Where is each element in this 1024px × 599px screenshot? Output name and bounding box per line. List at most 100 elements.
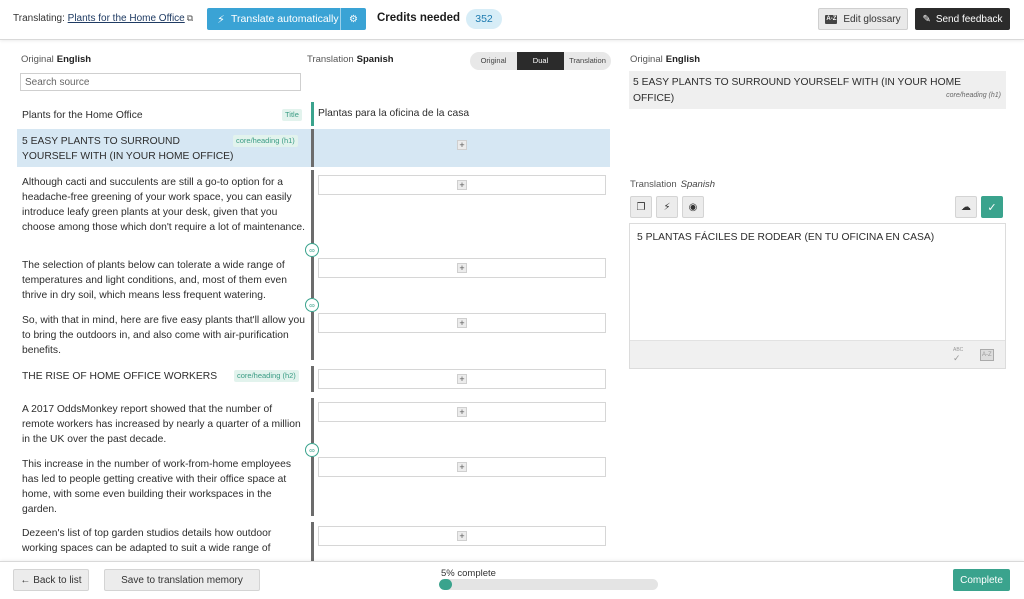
right-original-box: 5 EASY PLANTS TO SURROUND YOURSELF WITH … [629,71,1006,109]
external-link-icon[interactable]: ⧉ [187,13,193,23]
plus-icon[interactable]: + [457,140,467,150]
link-icon[interactable]: ∞ [305,243,319,257]
translation-editor-text[interactable]: 5 PLANTAS FÁCILES DE RODEAR (EN TU OFICI… [630,224,1005,251]
right-original-header: Original English [630,54,700,65]
search-input[interactable] [20,73,301,91]
top-bar: Translating: Plants for the Home Office ⧉… [0,0,1024,40]
toggle-visibility-button[interactable]: ◉ [682,196,704,218]
right-translation-lang: Spanish [680,179,715,190]
view-mode-toggle[interactable]: Original Dual Translation [470,52,611,70]
segment-source[interactable]: Although cacti and succulents are still … [22,175,307,235]
segment-divider [311,366,314,392]
segment-source[interactable]: This increase in the number of work-from… [22,457,307,517]
segment-target-add[interactable]: + [318,135,606,155]
plus-icon[interactable]: + [457,407,467,417]
cloud-upload-button[interactable]: ☁ [955,196,977,218]
eye-slash-icon: ◉ [688,201,698,213]
right-translation-label: Translation [630,179,677,190]
segment-target-add[interactable]: + [318,369,606,389]
plus-icon[interactable]: + [457,180,467,190]
segment-source[interactable]: So, with that in mind, here are five eas… [22,313,307,358]
view-mode-dual[interactable]: Dual [517,52,564,70]
segment-target-add[interactable]: + [318,526,606,546]
segment-source[interactable]: Plants for the Home Office [22,108,307,123]
az-glossary-icon[interactable]: A-Z [980,349,994,361]
segment-divider [311,312,314,360]
translating-label: Translating: [13,13,65,24]
segment-divider [311,257,314,298]
translation-editor[interactable]: 5 PLANTAS FÁCILES DE RODEAR (EN TU OFICI… [629,223,1006,369]
original-column-header: Original English [21,54,91,65]
segment-divider [311,129,314,167]
edit-glossary-label: Edit glossary [843,13,901,25]
progress-fill [439,579,453,590]
segment-target-add[interactable]: + [318,313,606,333]
translation-label: Translation [307,54,354,65]
segment-tag: core/heading (h1) [233,135,298,147]
send-feedback-button[interactable]: ✎ Send feedback [915,8,1010,30]
segment-target[interactable]: Plantas para la oficina de la casa [318,108,469,119]
segment-target-add[interactable]: + [318,457,606,477]
credits-badge: 352 [466,9,502,29]
segment-target-add[interactable]: + [318,402,606,422]
segment-divider [311,102,314,126]
right-original-text: 5 EASY PLANTS TO SURROUND YOURSELF WITH … [633,77,962,104]
segment-divider [311,170,314,248]
credits-needed-label: Credits needed [377,12,461,24]
plus-icon[interactable]: + [457,318,467,328]
progress-bar [439,579,658,590]
segment-tag: core/heading (h2) [234,370,299,382]
translation-lang: Spanish [356,54,394,65]
spellcheck-icon[interactable]: ABC ✓ [953,348,963,364]
link-icon[interactable]: ∞ [305,443,319,457]
machine-translate-button[interactable]: ⚡ [656,196,678,218]
link-icon[interactable]: ∞ [305,298,319,312]
translate-automatically-button[interactable]: ⚡ Translate automatically ⚙ [207,8,366,30]
spellcheck-icon-text: ABC [953,347,964,353]
view-mode-original[interactable]: Original [470,52,517,70]
edit-glossary-button[interactable]: A-Z Edit glossary [818,8,908,30]
pencil-icon: ✎ [922,13,931,25]
confirm-translation-button[interactable]: ✓ [981,196,1003,218]
plus-icon[interactable]: + [457,374,467,384]
cloud-upload-icon: ☁ [961,201,971,213]
segment-tag: Title [282,109,302,121]
copy-source-button[interactable]: ❐ [630,196,652,218]
segment-divider [311,398,314,443]
right-original-label: Original [630,54,663,65]
segment-source[interactable]: 5 EASY PLANTS TO SURROUND YOURSELF WITH … [22,134,237,164]
right-translation-header: Translation Spanish [630,179,715,190]
progress-label: 5% complete [441,568,496,579]
translate-automatically-label: Translate automatically [231,13,339,25]
check-icon: ✓ [987,201,997,214]
segment-source[interactable]: The selection of plants below can tolera… [22,258,307,303]
document-title-link[interactable]: Plants for the Home Office [68,13,185,24]
original-label: Original [21,54,54,65]
save-translation-memory-button[interactable]: Save to translation memory [104,569,260,591]
bolt-icon: ⚡ [217,13,225,26]
view-mode-translation[interactable]: Translation [564,52,611,70]
segment-source[interactable]: Dezeen's list of top garden studios deta… [22,526,307,561]
translating-info: Translating: Plants for the Home Office ⧉ [13,13,193,24]
bolt-icon: ⚡ [663,201,671,213]
editor-footer: ABC ✓ A-Z [630,340,1005,368]
az-glossary-icon: A-Z [825,14,838,24]
complete-button[interactable]: Complete [953,569,1010,591]
segment-divider [311,522,314,561]
segment-divider [311,457,314,516]
segment-target-add[interactable]: + [318,175,606,195]
translation-column-header: Translation Spanish [307,54,394,65]
copy-icon: ❐ [636,201,646,213]
send-feedback-label: Send feedback [935,13,1003,25]
plus-icon[interactable]: + [457,462,467,472]
right-original-tag: core/heading (h1) [946,92,1001,99]
gear-icon[interactable]: ⚙ [340,8,366,30]
back-to-list-button[interactable]: ← Back to list [13,569,89,591]
plus-icon[interactable]: + [457,531,467,541]
right-original-lang: English [665,54,701,65]
original-lang: English [56,54,92,65]
plus-icon[interactable]: + [457,263,467,273]
segment-target-add[interactable]: + [318,258,606,278]
segment-source[interactable]: A 2017 OddsMonkey report showed that the… [22,402,307,447]
bottom-bar: ← Back to list Save to translation memor… [0,561,1024,599]
